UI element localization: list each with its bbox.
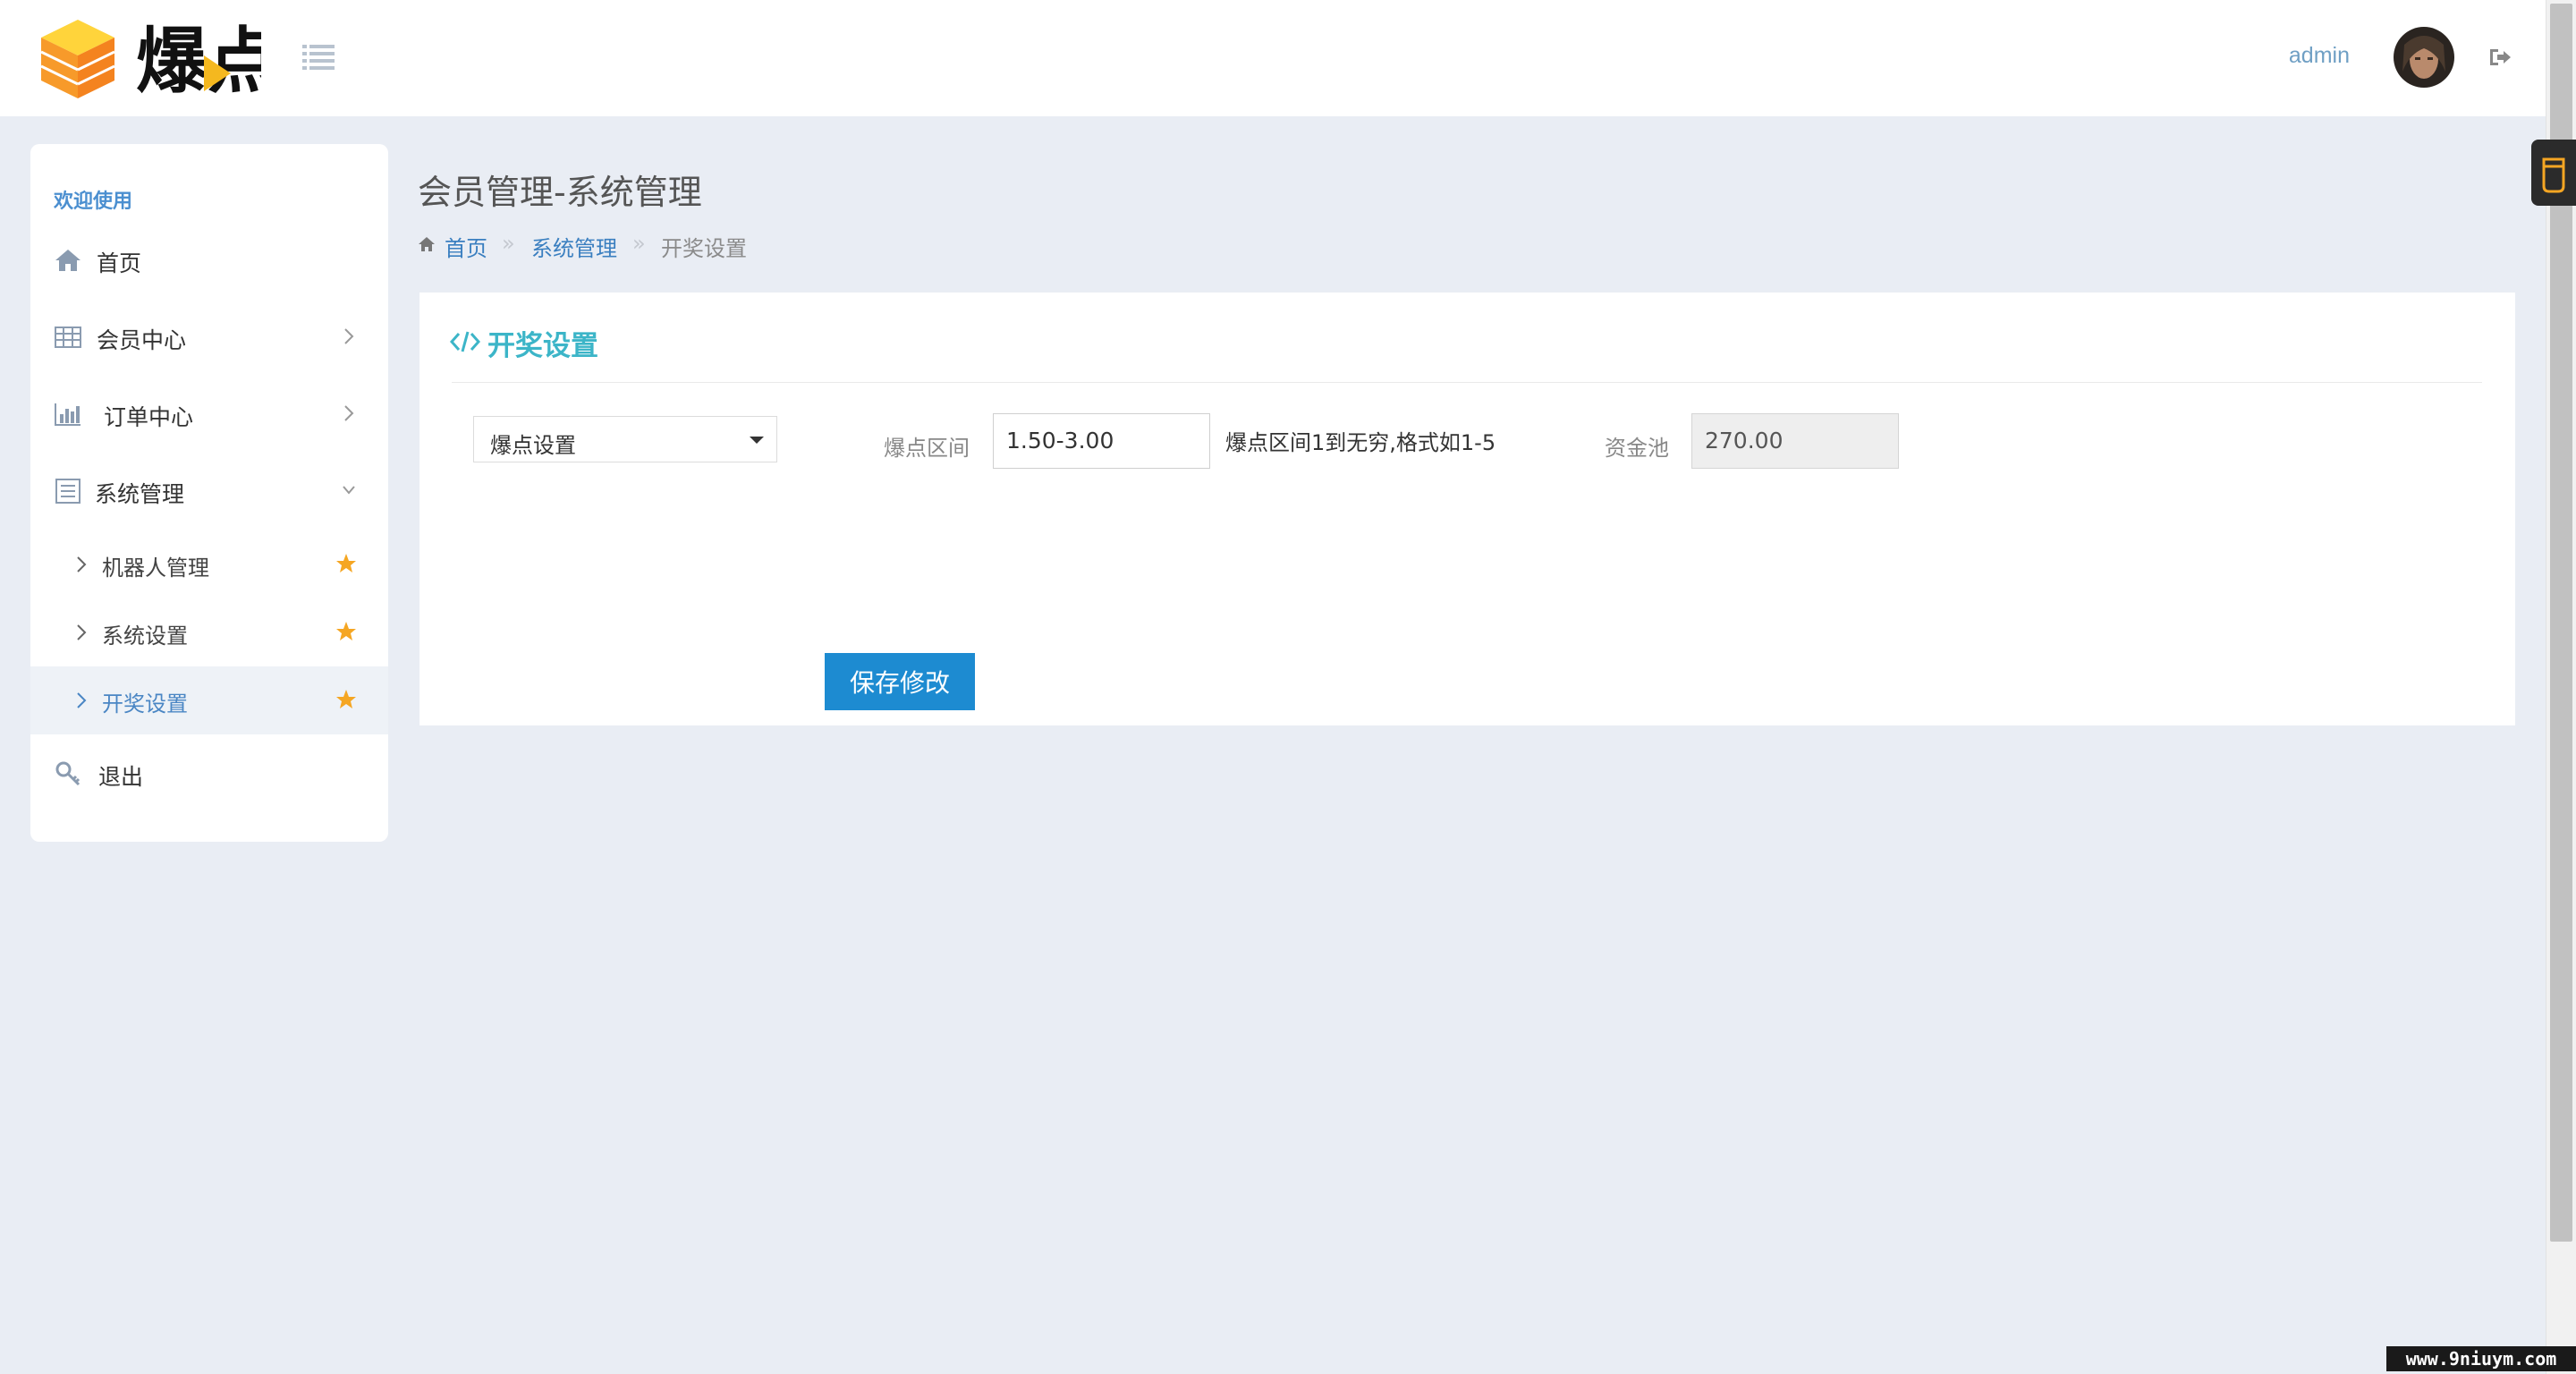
setting-type-select[interactable]: 爆点设置 <box>473 416 777 462</box>
brand-logo-mark: 爆点 <box>136 20 279 103</box>
range-hint: 爆点区间1到无穷,格式如1-5 <box>1225 430 1496 455</box>
home-icon <box>55 250 80 271</box>
breadcrumb-separator: » <box>632 231 646 256</box>
sidebar-subitem-draw-settings[interactable]: 开奖设置 <box>30 666 388 734</box>
sidebar-item-system-management[interactable]: 系统管理 <box>30 457 388 525</box>
page-scrollbar[interactable] <box>2546 0 2576 1374</box>
sidebar: 欢迎使用 首页 会员中心 订单中心 系统管理 机器人管理 系统设置 开奖设置 退… <box>30 144 388 842</box>
star-icon <box>336 554 356 572</box>
brand-name: 爆点 <box>136 20 261 98</box>
breadcrumb-home-link[interactable]: 首页 <box>445 231 487 262</box>
key-icon <box>55 761 80 786</box>
sidebar-item-label: 退出 <box>98 764 144 790</box>
settings-panel: 开奖设置 爆点设置 爆点区间 1.50-3.00 爆点区间1到无穷,格式如1-5… <box>419 293 2515 725</box>
home-icon <box>419 237 435 251</box>
sidebar-item-member-center[interactable]: 会员中心 <box>30 303 388 371</box>
avatar[interactable] <box>2394 27 2454 88</box>
range-label: 爆点区间 <box>884 436 970 461</box>
cup-icon <box>2542 157 2565 193</box>
sidebar-subitem-system-settings[interactable]: 系统设置 <box>30 598 388 666</box>
sidebar-subitem-robot-management[interactable]: 机器人管理 <box>30 530 388 598</box>
floating-tool-tab[interactable] <box>2531 140 2576 206</box>
caret-down-icon <box>750 437 764 444</box>
pool-input[interactable]: 270.00 <box>1691 413 1899 469</box>
star-icon <box>336 622 356 640</box>
breadcrumb-parent-link[interactable]: 系统管理 <box>531 231 617 262</box>
sidebar-item-order-center[interactable]: 订单中心 <box>30 380 388 448</box>
top-navbar: 爆点 admin <box>0 0 2546 116</box>
range-input[interactable]: 1.50-3.00 <box>993 413 1210 469</box>
menu-toggle-icon[interactable] <box>301 41 336 72</box>
sidebar-subitem-label: 机器人管理 <box>102 556 209 581</box>
save-button[interactable]: 保存修改 <box>825 653 975 710</box>
sidebar-item-home[interactable]: 首页 <box>30 226 388 294</box>
panel-divider <box>452 382 2482 383</box>
chevron-right-icon <box>77 624 87 640</box>
table-icon <box>55 327 81 348</box>
admin-username[interactable]: admin <box>2289 43 2350 69</box>
logo-cube-icon <box>40 20 115 98</box>
panel-title: 开奖设置 <box>487 330 598 362</box>
sidebar-subitem-label: 开奖设置 <box>102 691 188 717</box>
bar-chart-icon <box>55 403 80 426</box>
chevron-right-icon <box>344 328 354 344</box>
pool-label: 资金池 <box>1605 436 1669 461</box>
sidebar-item-logout[interactable]: 退出 <box>30 740 388 808</box>
brand-logo: 爆点 <box>136 16 279 103</box>
sidebar-subitem-label: 系统设置 <box>102 623 188 649</box>
avatar-image <box>2394 27 2454 88</box>
star-icon <box>336 690 356 708</box>
sidebar-item-label: 系统管理 <box>95 481 185 507</box>
code-icon <box>450 331 480 352</box>
chevron-right-icon <box>344 405 354 421</box>
sidebar-welcome: 欢迎使用 <box>54 191 133 213</box>
logout-icon[interactable] <box>2488 47 2512 68</box>
setting-type-select-value: 爆点设置 <box>490 433 576 458</box>
watermark: www.9niuym.com <box>2386 1346 2576 1371</box>
chevron-down-icon <box>343 486 355 495</box>
sidebar-item-label: 订单中心 <box>104 404 194 430</box>
sidebar-item-label: 会员中心 <box>97 327 187 353</box>
breadcrumb-current: 开奖设置 <box>661 236 747 261</box>
chevron-right-icon <box>77 692 87 708</box>
list-alt-icon <box>55 479 80 504</box>
page-title: 会员管理-系统管理 <box>418 173 702 212</box>
breadcrumb-separator: » <box>502 231 515 256</box>
sidebar-item-label: 首页 <box>97 250 142 276</box>
chevron-right-icon <box>77 556 87 572</box>
